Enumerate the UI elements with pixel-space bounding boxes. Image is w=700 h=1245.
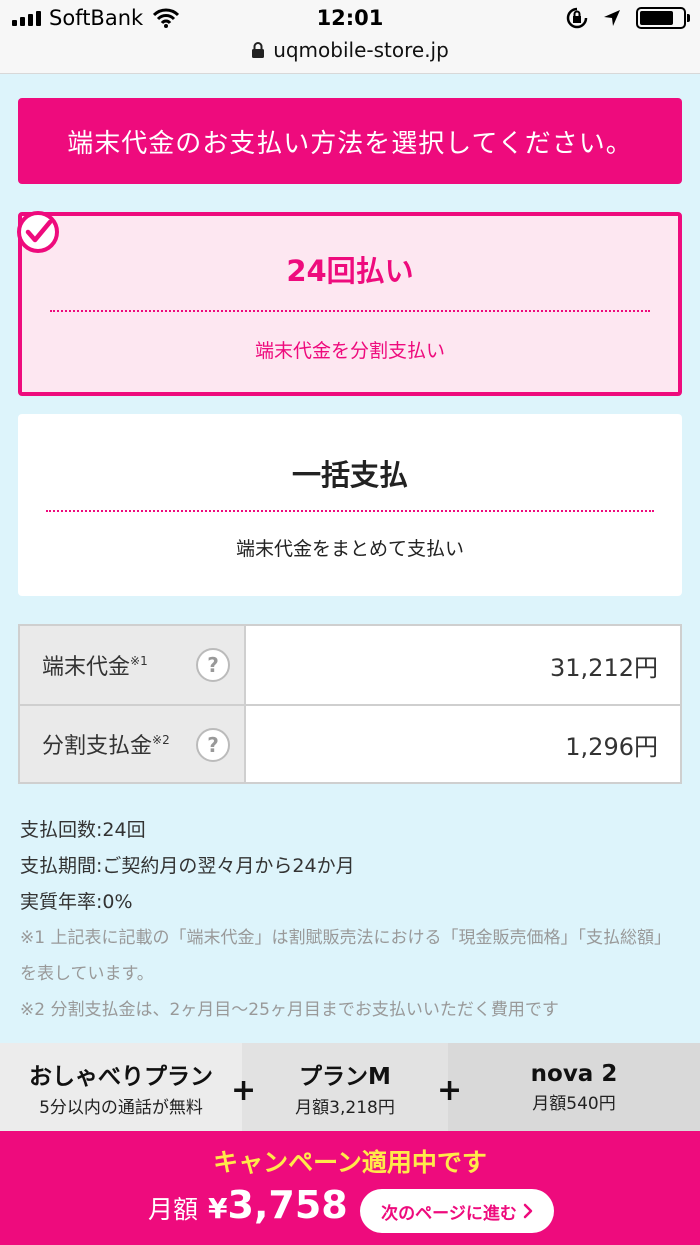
footnote-2: ※2 分割支払金は、2ヶ月目〜25ヶ月目までお支払いいただく費用です [20,1000,559,1020]
plan-name: プランM [299,1063,391,1090]
row-label: 分割支払金 [42,734,153,759]
footnote-1: ※1 上記表に記載の「端末代金」は割賦販売法における「現金販売価格」「支払総額」… [20,928,671,984]
plan-detail: 月額3,218円 [295,1097,395,1118]
plan-name: おしゃべりプラン [29,1063,213,1090]
plus-icon: + [231,1073,257,1108]
option-title: 24回払い [286,254,414,288]
table-row: 端末代金 ※1 ? 31,212円 [20,626,680,704]
chevron-right-icon [523,1203,533,1219]
rotation-lock-icon [566,7,588,29]
plan-summary-bar: おしゃべりプラン 5分以内の通話が無料 プランM 月額3,218円 nova 2… [0,1043,700,1131]
help-icon[interactable]: ? [196,728,230,762]
option-subtitle: 端末代金をまとめて支払い [235,538,464,560]
battery-icon [636,7,690,29]
footnote-mark: ※2 [152,733,170,747]
price-footer: キャンペーン適用中です 月額 ¥ 3,758 次のページに進む [0,1131,700,1245]
plan-item-device[interactable]: nova 2 月額540円 [448,1043,700,1131]
monthly-label: 月額 [148,1195,199,1224]
currency-symbol: ¥ [208,1192,228,1225]
payment-info: 支払回数:24回 支払期間:ご契約月の翌々月から24か月 実質年率:0% ※1 … [20,812,684,1028]
plan-item-voice[interactable]: おしゃべりプラン 5分以内の通話が無料 [0,1043,242,1131]
campaign-notice: キャンペーン適用中です [213,1148,487,1177]
option-title: 一括支払 [291,458,408,492]
table-row: 分割支払金 ※2 ? 1,296円 [20,704,680,782]
help-icon[interactable]: ? [196,648,230,682]
monthly-amount: 3,758 [227,1183,348,1227]
location-arrow-icon [604,10,620,26]
payment-period: 支払期間:ご契約月の翌々月から24か月 [20,855,355,877]
next-page-label: 次のページに進む [381,1203,517,1224]
price-table: 端末代金 ※1 ? 31,212円 分割支払金 ※2 ? 1,296円 [18,624,682,784]
plus-icon: + [437,1073,463,1108]
address-bar[interactable]: uqmobile-store.jp [0,38,700,62]
status-bar: SoftBank 12:01 uqmobile-store.jp [0,0,700,74]
plan-name: nova 2 [530,1060,618,1087]
plan-item-data[interactable]: プランM 月額3,218円 [242,1043,448,1131]
instruction-banner: 端末代金のお支払い方法を選択してください。 [18,98,682,184]
row-label: 端末代金 [42,655,131,680]
device-price-value: 31,212円 [550,653,658,682]
option-installment-24[interactable]: 24回払い 端末代金を分割支払い [17,211,682,396]
option-subtitle: 端末代金を分割支払い [254,340,445,362]
plan-detail: 月額540円 [532,1093,616,1114]
device-price-label-cell: 端末代金 ※1 ? [20,626,246,704]
footnote-mark: ※1 [130,654,148,668]
monthly-price: 月額 ¥ 3,758 [148,1183,348,1227]
installment-amount-value: 1,296円 [565,732,658,761]
status-icons [566,7,690,29]
plan-detail: 5分以内の通話が無料 [39,1097,203,1118]
option-lump-sum[interactable]: 一括支払 端末代金をまとめて支払い [18,414,682,596]
lock-icon [252,41,265,58]
banner-text: 端末代金のお支払い方法を選択してください。 [67,128,633,159]
option-divider [50,310,650,312]
annual-rate: 実質年率:0% [20,891,133,913]
payment-count: 支払回数:24回 [20,819,146,841]
url-text: uqmobile-store.jp [273,38,449,62]
installment-amount-label-cell: 分割支払金 ※2 ? [20,706,246,782]
option-divider [46,510,654,512]
next-page-button[interactable]: 次のページに進む [360,1189,554,1233]
